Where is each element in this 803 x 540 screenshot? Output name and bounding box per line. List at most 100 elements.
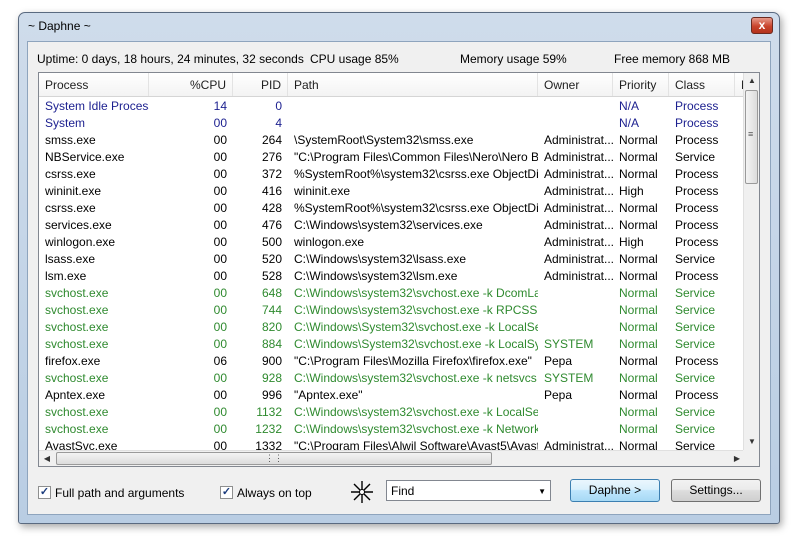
priority-cell: N/A [619, 116, 640, 130]
scroll-up-icon[interactable]: ▲ [744, 76, 759, 85]
process-name-cell: wininit.exe [45, 184, 102, 198]
table-row[interactable]: winlogon.exe 00 500 winlogon.exe Administrat… [39, 234, 745, 251]
close-button[interactable]: x [751, 17, 773, 34]
cpu-cell: 00 [213, 218, 227, 232]
cpu-cell: 00 [213, 252, 227, 266]
owner-cell: Administrat... [544, 167, 613, 181]
free-memory-label: Free memory 868 MB [614, 52, 731, 66]
column-header-owner[interactable]: Owner [538, 73, 613, 96]
cpu-cell: 00 [213, 405, 227, 419]
vertical-scroll-thumb[interactable]: ≡ [745, 90, 758, 184]
table-row[interactable]: services.exe 00 476 C:\Windows\system32\ser… [39, 217, 745, 234]
table-row[interactable]: smss.exe 00 264 \SystemRoot\System32\smss.e… [39, 132, 745, 149]
owner-cell: Administrat... [544, 150, 613, 164]
cpu-cell: 00 [213, 388, 227, 402]
table-row[interactable]: svchost.exe 00 884 C:\Windows\System32\svch… [39, 336, 745, 353]
table-row[interactable]: svchost.exe 00 820 C:\Windows\System32\svch… [39, 319, 745, 336]
table-row[interactable]: lsm.exe 00 528 C:\Windows\system32\lsm.exe A… [39, 268, 745, 285]
process-name-cell: svchost.exe [45, 320, 109, 334]
scroll-corner [743, 450, 759, 466]
pid-cell: 0 [275, 99, 282, 113]
process-name-cell: svchost.exe [45, 286, 109, 300]
table-row[interactable]: svchost.exe 00 1132 C:\Windows\system32\svc… [39, 404, 745, 421]
process-name-cell: System [45, 116, 86, 130]
path-cell: C:\Windows\System32\svchost.exe -k Local… [294, 337, 538, 351]
process-name-cell: svchost.exe [45, 303, 109, 317]
pid-cell: 4 [275, 116, 282, 130]
owner-cell: Administrat... [544, 184, 613, 198]
priority-cell: Normal [619, 133, 658, 147]
owner-cell: Administrat... [544, 252, 613, 266]
class-cell: Process [675, 99, 719, 113]
settings-button[interactable]: Settings... [671, 479, 761, 502]
always-on-top-checkbox[interactable]: ✓ [220, 486, 233, 499]
horizontal-scroll-thumb[interactable]: ⋮⋮ [56, 452, 492, 465]
find-combobox[interactable]: Find ▼ [386, 480, 551, 501]
column-header-path[interactable]: Path [288, 73, 538, 96]
table-row[interactable]: csrss.exe 00 372 %SystemRoot%\system32\csrs… [39, 166, 745, 183]
full-path-checkbox[interactable]: ✓ [38, 486, 51, 499]
process-name-cell: lsass.exe [45, 252, 96, 266]
owner-cell: Administrat... [544, 269, 613, 283]
path-cell: C:\Windows\system32\lsass.exe [294, 252, 467, 266]
table-row[interactable]: firefox.exe 06 900 "C:\Program Files\Mozill… [39, 353, 745, 370]
path-cell: C:\Windows\system32\svchost.exe -k DcomL… [294, 286, 538, 300]
table-row[interactable]: NBService.exe 00 276 "C:\Program Files\Comm… [39, 149, 745, 166]
memory-usage-label: Memory usage 59% [460, 52, 567, 66]
column-header-cpu[interactable]: %CPU [149, 73, 233, 96]
full-path-label[interactable]: Full path and arguments [55, 486, 184, 500]
path-cell: %SystemRoot%\system32\csrss.exe ObjectDi… [294, 167, 538, 181]
priority-cell: Normal [619, 388, 658, 402]
class-cell: Process [675, 133, 719, 147]
table-row[interactable]: System 00 4 N/A Process [39, 115, 745, 132]
column-header-class[interactable]: Class [669, 73, 735, 96]
table-row[interactable]: System Idle Process 14 0 N/A Process [39, 98, 745, 115]
process-name-cell: winlogon.exe [45, 235, 116, 249]
process-list[interactable]: Process %CPU PID Path Owner Priority Cla… [38, 72, 760, 467]
pid-cell: 416 [261, 184, 282, 198]
table-row[interactable]: svchost.exe 00 928 C:\Windows\system32\svch… [39, 370, 745, 387]
pid-cell: 648 [261, 286, 282, 300]
pid-cell: 476 [261, 218, 282, 232]
table-row[interactable]: lsass.exe 00 520 C:\Windows\system32\lsass.… [39, 251, 745, 268]
priority-cell: Normal [619, 371, 658, 385]
uptime-label: Uptime: 0 days, 18 hours, 24 minutes, 32… [37, 52, 304, 66]
owner-cell: SYSTEM [544, 371, 594, 385]
path-cell: "C:\Program Files\Mozilla Firefox\firefo… [294, 354, 532, 368]
table-row[interactable]: wininit.exe 00 416 wininit.exe Administrat..… [39, 183, 745, 200]
pid-cell: 372 [261, 167, 282, 181]
priority-cell: Normal [619, 337, 658, 351]
cpu-cell: 00 [213, 286, 227, 300]
column-header-process[interactable]: Process [39, 73, 149, 96]
column-header-priority[interactable]: Priority [613, 73, 669, 96]
table-row[interactable]: svchost.exe 00 1232 C:\Windows\system32\svc… [39, 421, 745, 438]
scroll-down-icon[interactable]: ▼ [744, 437, 759, 446]
cpu-cell: 06 [213, 354, 227, 368]
priority-cell: Normal [619, 320, 658, 334]
horizontal-scrollbar[interactable]: ◀ ⋮⋮ ▶ [39, 450, 745, 466]
table-row[interactable]: svchost.exe 00 648 C:\Windows\system32\svch… [39, 285, 745, 302]
vertical-scrollbar[interactable]: ▲ ≡ ▼ [743, 73, 759, 451]
crosshair-icon[interactable] [350, 480, 374, 504]
table-row[interactable]: svchost.exe 00 744 C:\Windows\system32\svch… [39, 302, 745, 319]
cpu-usage-label: CPU usage 85% [310, 52, 399, 66]
title-bar[interactable]: ~ Daphne ~ x [19, 13, 779, 39]
path-cell: C:\Windows\system32\svchost.exe -k netsv… [294, 371, 537, 385]
process-name-cell: System Idle Process [45, 99, 149, 113]
daphne-button[interactable]: Daphne > [570, 479, 660, 502]
process-name-cell: svchost.exe [45, 422, 109, 436]
owner-cell: Administrat... [544, 201, 613, 215]
class-cell: Process [675, 167, 719, 181]
class-cell: Process [675, 235, 719, 249]
column-header-pid[interactable]: PID [233, 73, 288, 96]
main-window: ~ Daphne ~ x Uptime: 0 days, 18 hours, 2… [18, 12, 780, 524]
process-name-cell: csrss.exe [45, 201, 96, 215]
always-on-top-label[interactable]: Always on top [237, 486, 312, 500]
dropdown-arrow-icon[interactable]: ▼ [538, 487, 546, 496]
scroll-left-icon[interactable]: ◀ [39, 454, 55, 463]
table-row[interactable]: Apntex.exe 00 996 "Apntex.exe" Pepa Normal Pro… [39, 387, 745, 404]
table-row[interactable]: csrss.exe 00 428 %SystemRoot%\system32\csrs… [39, 200, 745, 217]
priority-cell: N/A [619, 99, 640, 113]
priority-cell: Normal [619, 422, 658, 436]
list-rows: System Idle Process 14 0 N/A Process System 00… [39, 98, 745, 453]
